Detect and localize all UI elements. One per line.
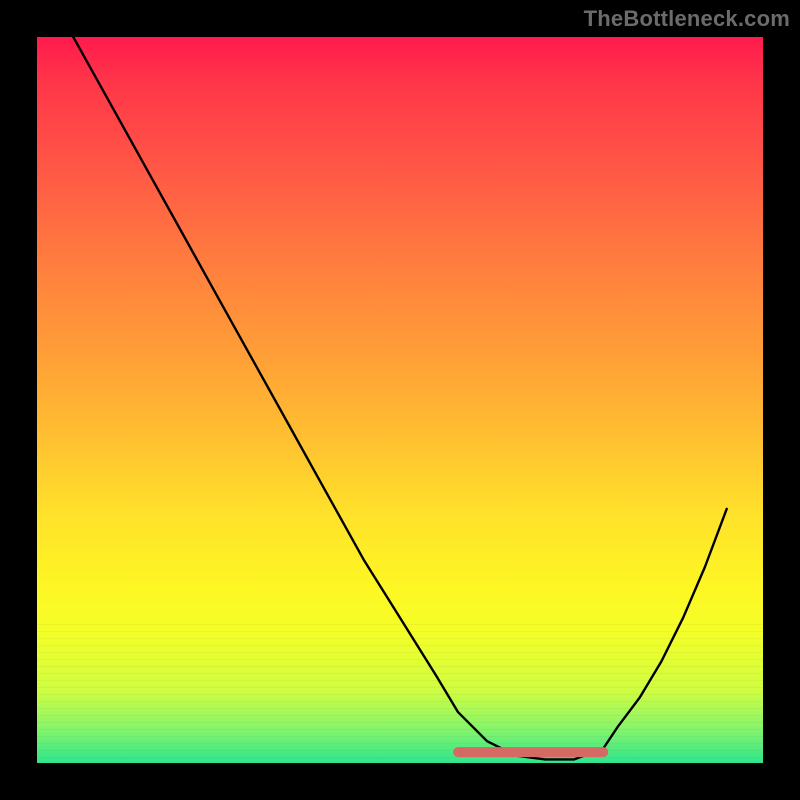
plot-area [37, 37, 763, 763]
watermark-text: TheBottleneck.com [584, 6, 790, 32]
bottleneck-curve-path [73, 37, 726, 759]
chart-container: TheBottleneck.com [0, 0, 800, 800]
curve-svg [37, 37, 763, 763]
